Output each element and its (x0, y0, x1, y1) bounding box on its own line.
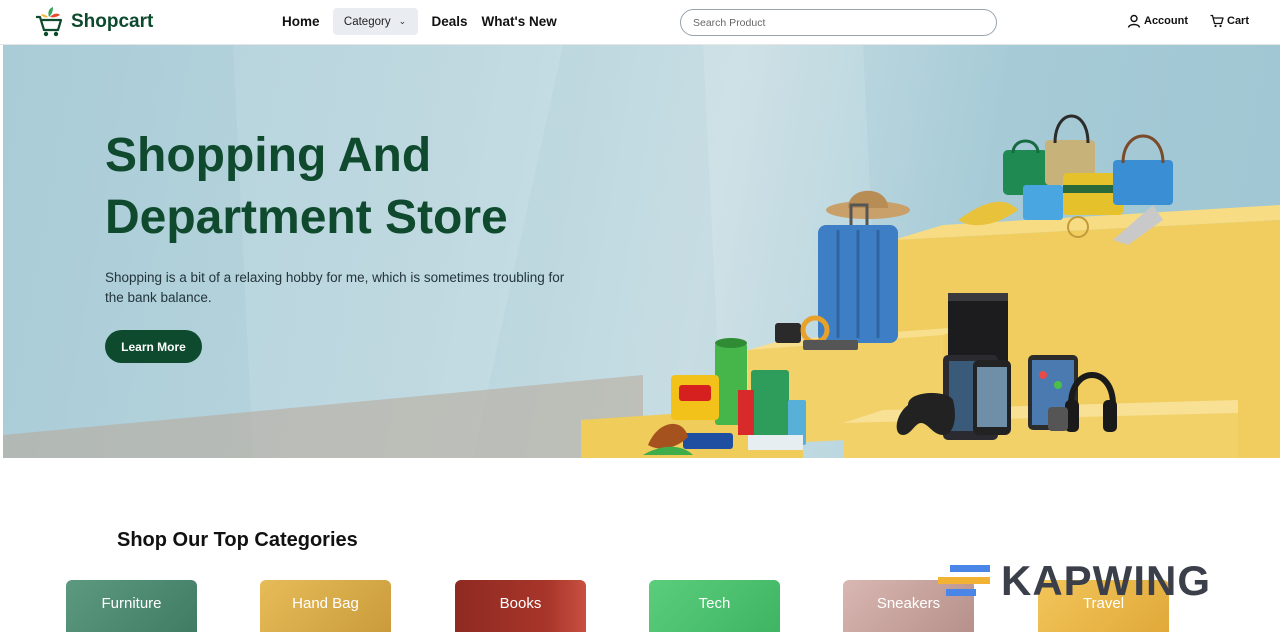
nav-category-dropdown[interactable]: Category ⌄ (332, 8, 418, 35)
category-card-tech[interactable]: Tech (649, 580, 780, 632)
category-card-label: Books (499, 595, 542, 612)
cart-label: Cart (1227, 15, 1250, 27)
main-nav: Home Category ⌄ Deals What's New (282, 8, 557, 35)
category-card-furniture[interactable]: Furniture (66, 580, 197, 632)
category-card-books[interactable]: Books (455, 580, 586, 632)
category-card-hand-bag[interactable]: Hand Bag (260, 580, 391, 632)
cart-logo-icon (36, 7, 63, 37)
kapwing-text: KAPWING (1001, 557, 1211, 604)
user-icon (1127, 14, 1141, 28)
nav-whats-new[interactable]: What's New (482, 8, 557, 35)
categories-heading: Shop Our Top Categories (117, 529, 358, 551)
account-button[interactable]: Account (1127, 14, 1188, 28)
hero-banner: Shopping And Department Store Shopping i… (3, 45, 1280, 458)
hero-products-illustration (581, 114, 1280, 458)
logo[interactable]: Shopcart (33, 5, 153, 39)
nav-category-label: Category (343, 15, 391, 28)
nav-deals[interactable]: Deals (432, 8, 468, 35)
category-card-label: Furniture (101, 595, 162, 612)
kapwing-watermark: KAPWING (925, 555, 1260, 605)
header: Shopcart Home Category ⌄ Deals What's Ne… (0, 0, 1280, 45)
nav-home[interactable]: Home (282, 8, 320, 35)
category-card-label: Tech (698, 595, 731, 612)
page: Shopcart Home Category ⌄ Deals What's Ne… (0, 0, 1280, 632)
kapwing-logo-icon (938, 565, 990, 596)
suitcase-icon (818, 190, 910, 343)
category-card-label: Hand Bag (292, 595, 359, 612)
cart-button[interactable]: Cart (1210, 14, 1249, 28)
search-input[interactable] (680, 9, 997, 36)
account-label: Account (1144, 15, 1188, 27)
brand-name: Shopcart (71, 11, 154, 32)
cart-icon (1210, 14, 1224, 28)
chevron-down-icon: ⌄ (398, 16, 407, 26)
